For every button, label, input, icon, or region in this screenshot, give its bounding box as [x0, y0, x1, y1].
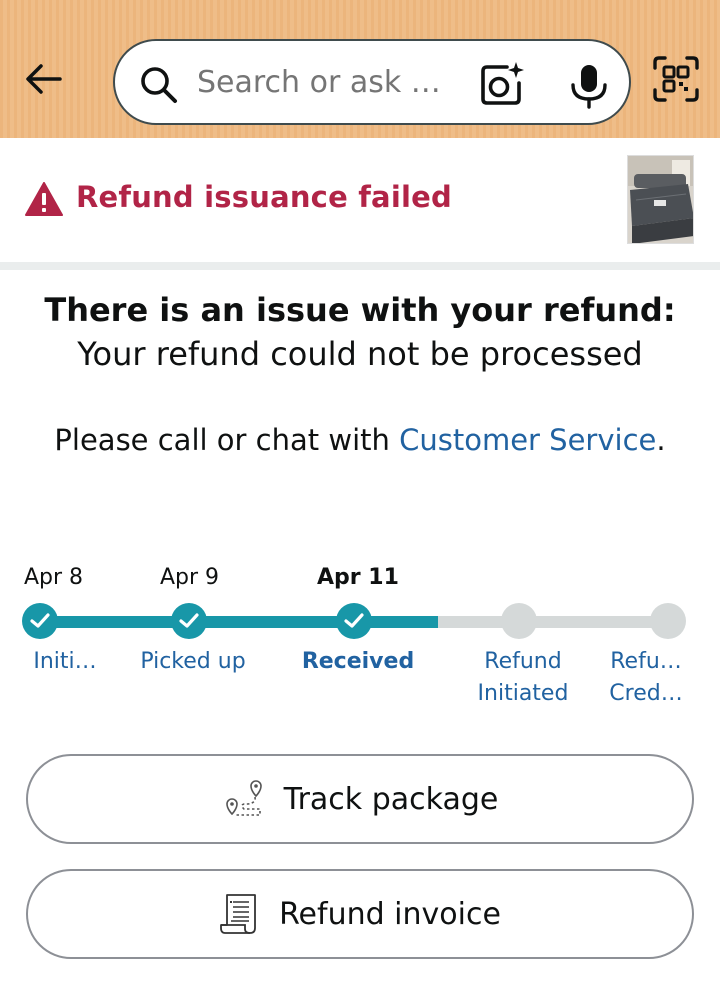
refund-progress-tracker: Apr 8 Apr 9 Apr 11 Initi… Picked up Rece… [0, 555, 720, 725]
progress-bar-complete [40, 616, 438, 628]
checkmark-icon [344, 613, 364, 628]
camera-lens-icon[interactable] [479, 61, 525, 107]
step-date-2: Apr 9 [160, 565, 220, 590]
step-node-refund-credited [650, 603, 686, 639]
route-pin-icon [225, 780, 262, 816]
section-divider [0, 262, 720, 270]
search-bar[interactable] [113, 39, 631, 125]
step-date-3: Apr 11 [317, 565, 399, 590]
progress-bar-remaining [438, 616, 668, 628]
step-label-initiated[interactable]: Initi… [14, 646, 116, 678]
refund-invoice-label: Refund invoice [279, 896, 501, 932]
invoice-document-icon [220, 894, 256, 934]
contact-suffix: . [656, 423, 666, 457]
search-icon [141, 67, 177, 103]
refund-issue-message: There is an issue with your refund: Your… [40, 288, 680, 376]
step-label-refund-initiated[interactable]: Refund Initiated [463, 646, 583, 710]
track-package-label: Track package [283, 781, 499, 817]
track-package-button[interactable]: Track package [26, 754, 694, 844]
alert-title: Refund issuance failed [76, 180, 452, 214]
back-button[interactable] [20, 56, 68, 104]
step-node-initiated [22, 603, 58, 639]
step-label-line: Cred… [609, 681, 683, 706]
step-label-received[interactable]: Received [296, 646, 420, 678]
checkmark-icon [179, 613, 199, 628]
search-input[interactable] [197, 61, 459, 105]
contact-prefix: Please call or chat with [54, 423, 400, 457]
issue-detail: Your refund could not be processed [77, 335, 643, 373]
step-label-line: Initiated [477, 681, 569, 706]
refund-status-banner: Refund issuance failed [0, 138, 720, 262]
step-date-1: Apr 8 [24, 565, 84, 590]
step-node-received [336, 603, 372, 639]
top-header [0, 0, 720, 138]
step-label-picked-up[interactable]: Picked up [134, 646, 252, 678]
step-label-refund-credited[interactable]: Refu… Cred… [600, 646, 692, 710]
refund-invoice-button[interactable]: Refund invoice [26, 869, 694, 959]
qr-scan-icon[interactable] [653, 56, 699, 102]
warning-icon [25, 182, 63, 216]
step-label-line: Refu… [610, 649, 682, 674]
back-arrow-icon [26, 64, 62, 94]
step-node-refund-initiated [501, 603, 537, 639]
contact-instruction: Please call or chat with Customer Servic… [40, 420, 680, 460]
product-thumbnail[interactable] [627, 155, 694, 244]
step-label-line: Refund [484, 649, 562, 674]
issue-headline: There is an issue with your refund: [44, 291, 676, 329]
step-node-picked-up [171, 603, 207, 639]
checkmark-icon [30, 613, 50, 628]
microphone-icon[interactable] [568, 63, 610, 109]
customer-service-link[interactable]: Customer Service [399, 423, 656, 457]
